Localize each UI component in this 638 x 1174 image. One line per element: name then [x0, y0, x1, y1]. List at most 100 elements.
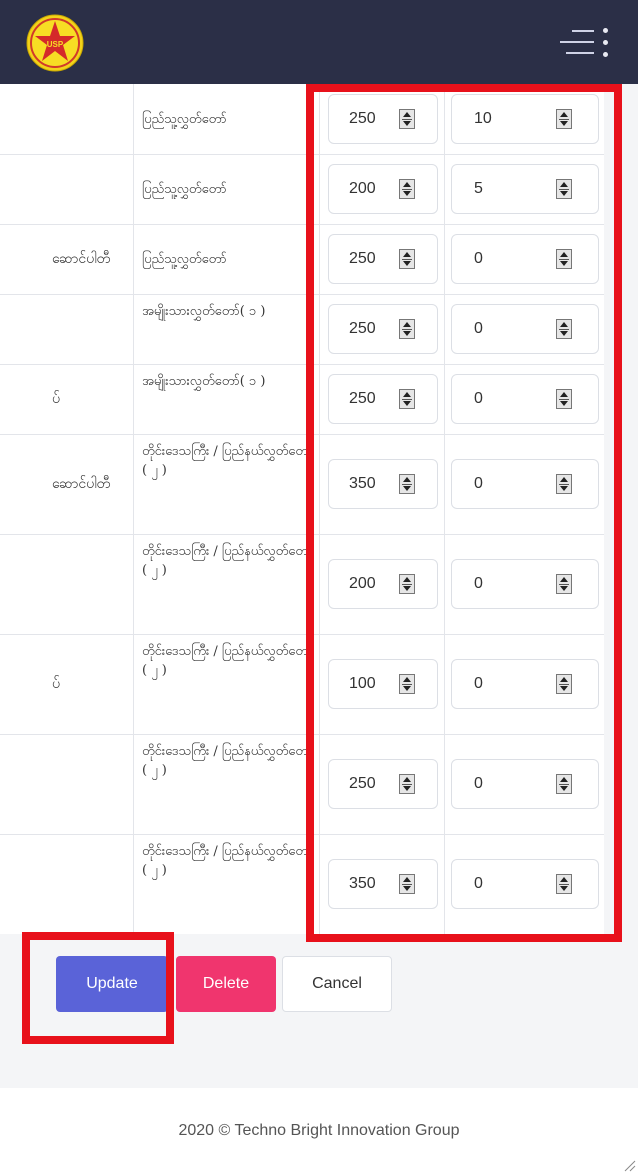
extra-input[interactable]: 0 [451, 234, 599, 284]
count-cell: 100 [320, 634, 445, 734]
count-value: 200 [349, 180, 376, 197]
delete-button[interactable]: Delete [176, 956, 276, 1012]
hluttaw-name-cell: တိုင်းဒေသကြီး / ပြည်နယ်လွှတ်တော် ( ၂ ) [134, 434, 320, 534]
party-logo-icon[interactable]: USP [26, 14, 84, 72]
count-spinner-icon[interactable] [399, 574, 415, 594]
party-name-cell [0, 734, 134, 834]
table-row: ပ် အမျိုးသားလွှတ်တော်( ၁ ) 250 0 [0, 364, 604, 435]
extra-cell: 0 [444, 634, 604, 734]
count-spinner-icon[interactable] [399, 389, 415, 409]
extra-spinner-icon[interactable] [556, 874, 572, 894]
count-spinner-icon[interactable] [399, 874, 415, 894]
extra-spinner-icon[interactable] [556, 389, 572, 409]
count-cell: 250 [320, 294, 445, 364]
table-row: တိုင်းဒေသကြီး / ပြည်နယ်လွှတ်တော် ( ၂ ) 20… [0, 534, 604, 635]
extra-spinner-icon[interactable] [556, 109, 572, 129]
count-input[interactable]: 200 [328, 559, 438, 609]
count-input[interactable]: 350 [328, 459, 438, 509]
count-spinner-icon[interactable] [399, 474, 415, 494]
extra-spinner-icon[interactable] [556, 319, 572, 339]
main-content: ပြည်သူ့လွှတ်တော် 250 10 ပြည်သူ့လွှတ်တော် 200… [0, 84, 638, 1174]
extra-value: 0 [474, 250, 483, 267]
extra-value: 0 [474, 475, 483, 492]
extra-value: 0 [474, 390, 483, 407]
count-value: 250 [349, 775, 376, 792]
hamburger-icon[interactable] [560, 28, 594, 58]
count-input[interactable]: 250 [328, 234, 438, 284]
count-value: 250 [349, 320, 376, 337]
count-input[interactable]: 200 [328, 164, 438, 214]
kebab-icon[interactable] [600, 26, 610, 60]
extra-input[interactable]: 0 [451, 559, 599, 609]
count-cell: 250 [320, 364, 445, 434]
count-value: 250 [349, 110, 376, 127]
extra-input[interactable]: 0 [451, 659, 599, 709]
party-name-cell [0, 834, 134, 934]
extra-spinner-icon[interactable] [556, 474, 572, 494]
extra-value: 0 [474, 875, 483, 892]
party-name-cell [0, 84, 134, 154]
count-value: 100 [349, 675, 376, 692]
party-name-cell [0, 154, 134, 224]
count-input[interactable]: 100 [328, 659, 438, 709]
count-cell: 200 [320, 534, 445, 634]
count-input[interactable]: 250 [328, 759, 438, 809]
extra-value: 0 [474, 575, 483, 592]
count-spinner-icon[interactable] [399, 249, 415, 269]
extra-spinner-icon[interactable] [556, 774, 572, 794]
count-cell: 250 [320, 84, 445, 154]
count-cell: 350 [320, 834, 445, 934]
party-name-cell: ပ် [0, 634, 134, 734]
extra-cell: 0 [444, 224, 604, 294]
extra-input[interactable]: 0 [451, 304, 599, 354]
count-input[interactable]: 250 [328, 304, 438, 354]
count-cell: 250 [320, 734, 445, 834]
table-row: ပြည်သူ့လွှတ်တော် 200 5 [0, 154, 604, 225]
extra-value: 10 [474, 110, 492, 127]
count-value: 250 [349, 250, 376, 267]
extra-value: 5 [474, 180, 483, 197]
extra-input[interactable]: 0 [451, 459, 599, 509]
extra-cell: 0 [444, 294, 604, 364]
count-spinner-icon[interactable] [399, 179, 415, 199]
extra-cell: 0 [444, 534, 604, 634]
count-spinner-icon[interactable] [399, 109, 415, 129]
extra-spinner-icon[interactable] [556, 179, 572, 199]
count-input[interactable]: 250 [328, 374, 438, 424]
extra-spinner-icon[interactable] [556, 574, 572, 594]
count-spinner-icon[interactable] [399, 674, 415, 694]
extra-input[interactable]: 0 [451, 859, 599, 909]
table-row: တိုင်းဒေသကြီး / ပြည်နယ်လွှတ်တော် ( ၂ ) 25… [0, 734, 604, 835]
footer: 2020 © Techno Bright Innovation Group [0, 1088, 638, 1174]
count-cell: 350 [320, 434, 445, 534]
count-input[interactable]: 250 [328, 94, 438, 144]
extra-spinner-icon[interactable] [556, 674, 572, 694]
count-cell: 250 [320, 224, 445, 294]
table-row: တိုင်းဒေသကြီး / ပြည်နယ်လွှတ်တော် ( ၂ ) 35… [0, 834, 604, 934]
extra-cell: 0 [444, 734, 604, 834]
party-name-cell: ပ် [0, 364, 134, 434]
party-name-cell: ဆောင်ပါတီ [0, 224, 134, 294]
extra-spinner-icon[interactable] [556, 249, 572, 269]
extra-input[interactable]: 0 [451, 759, 599, 809]
table-row: ပ် တိုင်းဒေသကြီး / ပြည်နယ်လွှတ်တော် ( ၂ )… [0, 634, 604, 735]
hluttaw-name-cell: ပြည်သူ့လွှတ်တော် [134, 154, 320, 224]
svg-text:USP: USP [47, 40, 64, 49]
count-spinner-icon[interactable] [399, 319, 415, 339]
hluttaw-name-cell: တိုင်းဒေသကြီး / ပြည်နယ်လွှတ်တော် ( ၂ ) [134, 634, 320, 734]
hluttaw-name-cell: ပြည်သူ့လွှတ်တော် [134, 84, 320, 154]
extra-input[interactable]: 5 [451, 164, 599, 214]
count-spinner-icon[interactable] [399, 774, 415, 794]
hluttaw-name-cell: အမျိုးသားလွှတ်တော်( ၁ ) [134, 364, 320, 434]
resize-grip-icon[interactable] [622, 1158, 636, 1172]
extra-input[interactable]: 10 [451, 94, 599, 144]
extra-input[interactable]: 0 [451, 374, 599, 424]
cancel-button[interactable]: Cancel [282, 956, 392, 1012]
extra-value: 0 [474, 775, 483, 792]
extra-cell: 0 [444, 834, 604, 934]
count-input[interactable]: 350 [328, 859, 438, 909]
count-value: 250 [349, 390, 376, 407]
extra-value: 0 [474, 675, 483, 692]
update-button[interactable]: Update [56, 956, 168, 1012]
hluttaw-name-cell: တိုင်းဒေသကြီး / ပြည်နယ်လွှတ်တော် ( ၂ ) [134, 534, 320, 634]
